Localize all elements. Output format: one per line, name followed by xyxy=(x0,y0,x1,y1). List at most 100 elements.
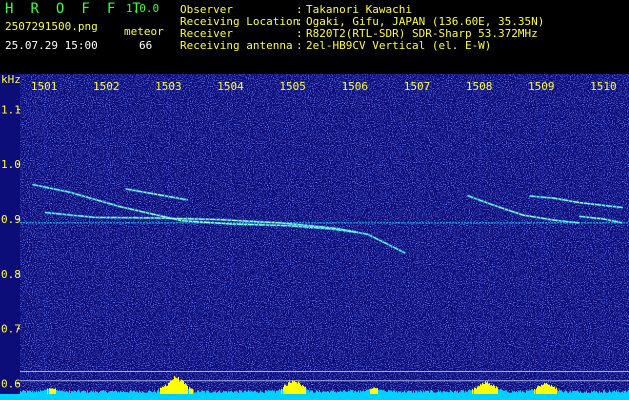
signal-level-bar xyxy=(283,387,284,394)
signal-level-bar xyxy=(167,385,168,394)
signal-level-bar xyxy=(212,392,213,394)
signal-level-bar xyxy=(369,389,370,394)
signal-level-bar xyxy=(608,392,609,394)
signal-level-bar xyxy=(610,391,611,394)
signal-level-bar xyxy=(437,391,438,394)
signal-level-bar xyxy=(236,390,237,394)
signal-level-bar xyxy=(231,391,232,394)
signal-level-bar xyxy=(106,392,107,394)
signal-level-bar xyxy=(593,390,594,394)
signal-level-bar xyxy=(323,391,324,394)
noise-speckle xyxy=(20,74,629,400)
signal-level-bar xyxy=(330,391,331,394)
signal-level-bar xyxy=(101,390,102,394)
signal-level-bar xyxy=(293,381,294,394)
signal-level-bar xyxy=(241,390,242,394)
signal-level-bar xyxy=(82,390,83,394)
signal-level-bar xyxy=(89,392,90,394)
signal-level-bar xyxy=(584,391,585,394)
signal-level-bar xyxy=(79,391,80,394)
signal-level-bar xyxy=(117,392,118,394)
signal-level-bar xyxy=(412,392,413,394)
signal-level-bar xyxy=(148,390,149,394)
signal-level-bar xyxy=(607,392,608,394)
signal-level-bar xyxy=(542,385,543,394)
signal-level-bar xyxy=(418,391,419,394)
signal-level-bar xyxy=(237,391,238,394)
signal-level-bar xyxy=(240,390,241,394)
signal-level-bar xyxy=(564,391,565,394)
signal-level-bar xyxy=(550,386,551,394)
signal-level-bar xyxy=(429,392,430,394)
signal-level-bar xyxy=(194,392,195,394)
signal-level-bar xyxy=(76,392,77,394)
signal-level-bar xyxy=(133,390,134,394)
signal-level-bar xyxy=(122,392,123,394)
signal-level-bar xyxy=(500,389,501,394)
signal-level-bar xyxy=(143,391,144,394)
signal-level-bar xyxy=(402,392,403,394)
signal-level-bar xyxy=(532,389,533,394)
signal-level-bar xyxy=(371,388,372,394)
signal-level-bar xyxy=(452,392,453,394)
signal-level-bar xyxy=(507,391,508,394)
signal-level-bar xyxy=(58,390,59,394)
signal-level-bar xyxy=(435,392,436,394)
signal-level-bar xyxy=(245,390,246,394)
signal-level-bar xyxy=(123,390,124,394)
signal-level-bar xyxy=(396,391,397,394)
signal-level-bar xyxy=(159,391,160,394)
signal-level-bar xyxy=(165,384,166,394)
signal-level-bar xyxy=(463,390,464,394)
signal-level-bar xyxy=(390,390,391,394)
signal-level-bar xyxy=(202,390,203,394)
signal-level-bar xyxy=(214,391,215,394)
signal-level-bar xyxy=(366,389,367,394)
signal-level-bar xyxy=(526,390,527,394)
signal-level-bar xyxy=(490,385,491,394)
signal-level-bar xyxy=(597,392,598,394)
signal-level-bar xyxy=(269,390,270,394)
signal-level-bar xyxy=(522,391,523,394)
signal-level-bar xyxy=(410,391,411,394)
signal-level-bar xyxy=(486,382,487,394)
signal-level-bar xyxy=(566,390,567,394)
signal-level-bar xyxy=(140,391,141,394)
signal-level-bar xyxy=(267,391,268,394)
signal-level-bar xyxy=(73,391,74,394)
signal-level-bar xyxy=(501,389,502,394)
x-tick-label: 1503 xyxy=(155,80,182,93)
signal-level-bar xyxy=(443,391,444,394)
signal-level-bar xyxy=(154,390,155,394)
signal-level-bar xyxy=(386,391,387,394)
date-time: 25.07.29 15:00 xyxy=(5,39,98,52)
signal-level-bar xyxy=(495,388,496,394)
x-tick-label: 1501 xyxy=(31,80,58,93)
signal-level-bar xyxy=(265,390,266,394)
signal-level-bar xyxy=(467,391,468,394)
signal-level-bar xyxy=(225,391,226,394)
signal-level-bar xyxy=(320,392,321,394)
signal-level-bar xyxy=(423,390,424,394)
signal-level-bar xyxy=(54,388,55,394)
signal-level-bar xyxy=(204,390,205,394)
signal-level-bar xyxy=(577,390,578,394)
signal-level-bar xyxy=(135,392,136,394)
signal-level-bar xyxy=(298,381,299,394)
signal-level-bar xyxy=(567,392,568,394)
signal-level-bar xyxy=(383,389,384,394)
signal-level-bar xyxy=(460,391,461,394)
signal-level-bar xyxy=(160,387,161,394)
signal-level-bar xyxy=(387,391,388,394)
signal-level-bar xyxy=(278,390,279,394)
signal-level-bar xyxy=(513,392,514,394)
signal-level-bar xyxy=(603,390,604,394)
signal-level-bar xyxy=(328,391,329,394)
signal-level-bar xyxy=(431,390,432,394)
signal-level-bar xyxy=(451,390,452,394)
y-tick-label: 0.8 xyxy=(1,268,21,281)
signal-level-bar xyxy=(353,392,354,394)
signal-level-bar xyxy=(302,384,303,394)
signal-level-bar xyxy=(392,391,393,394)
signal-level-bar xyxy=(622,391,623,394)
